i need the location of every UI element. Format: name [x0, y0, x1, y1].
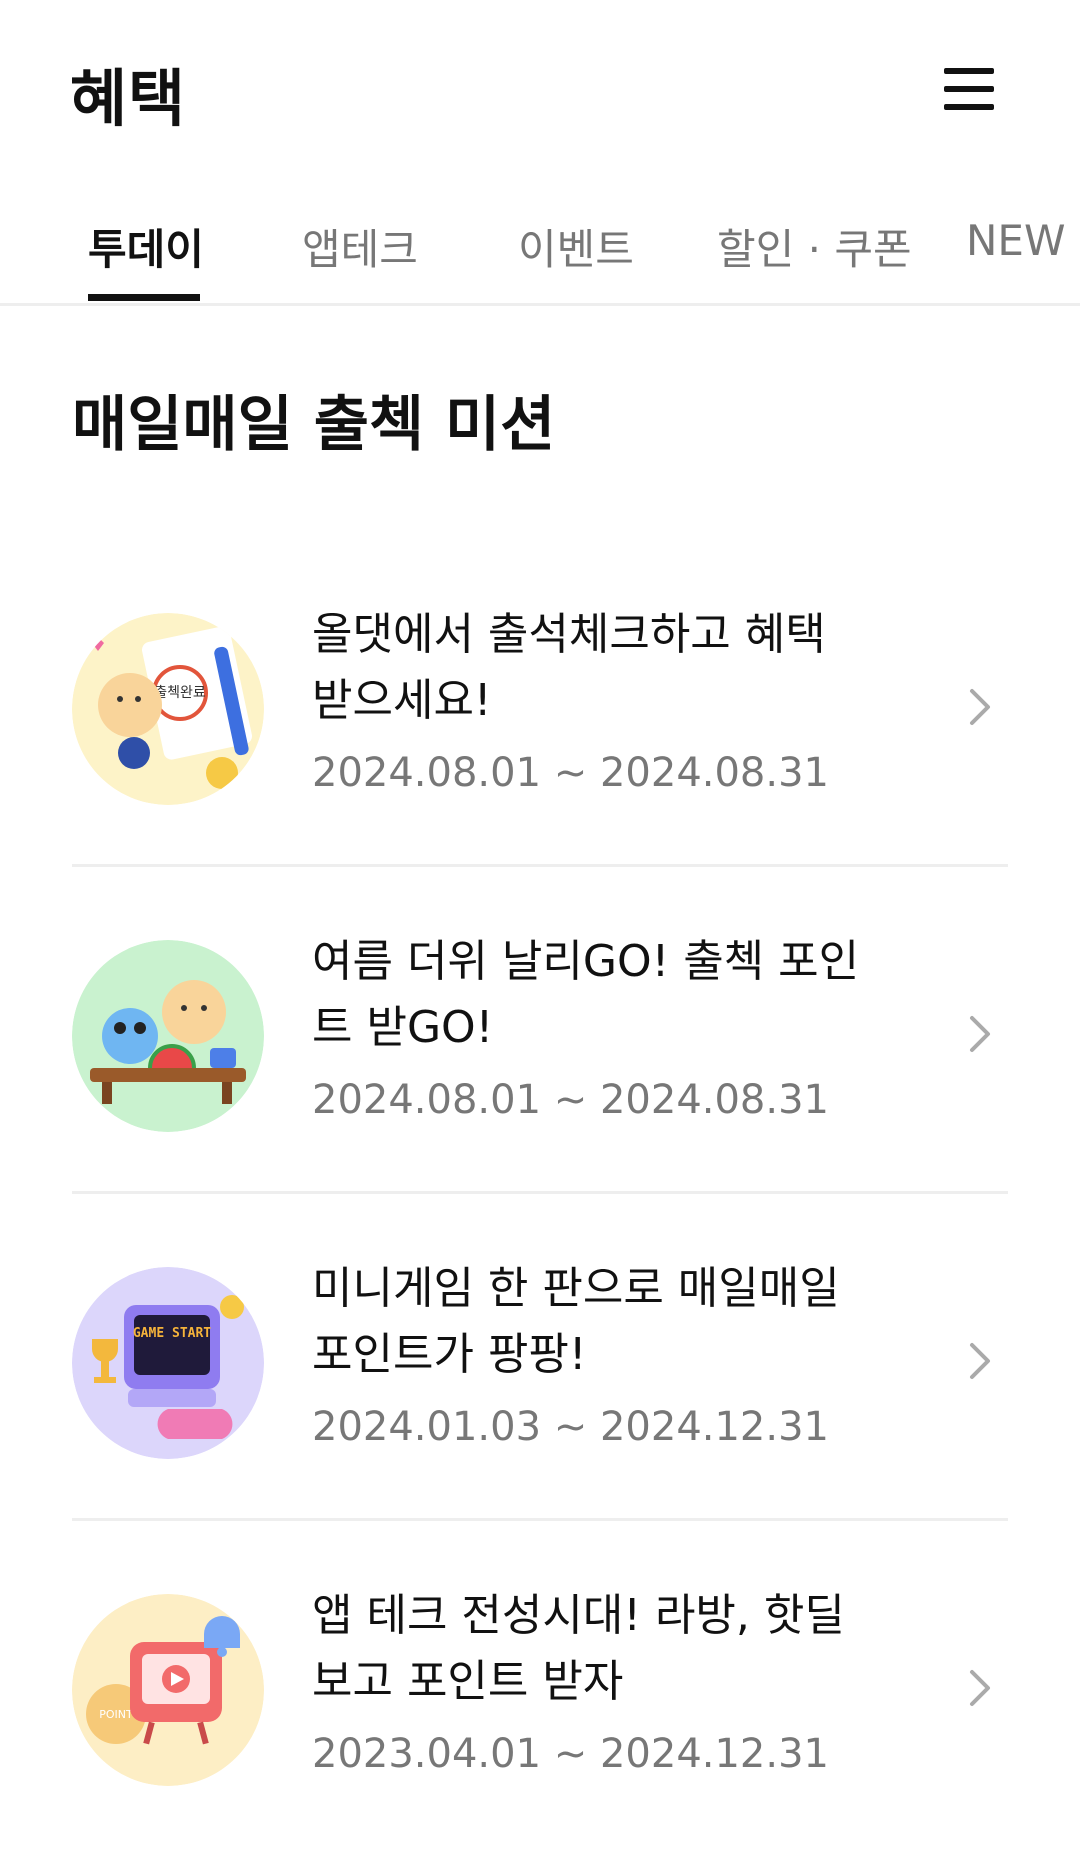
mission-title: 여름 더위 날리GO! 출첵 포인트 받GO!: [312, 936, 860, 1053]
mission-period: 2024.08.01 ~ 2024.08.31: [312, 750, 829, 796]
page-title: 혜택: [70, 62, 187, 135]
summer-watermelon-icon: [72, 940, 264, 1132]
tab-apptech[interactable]: 앱테크: [302, 216, 418, 303]
app-header: 혜택: [0, 0, 1080, 180]
menu-line: [944, 86, 994, 92]
mission-title: 앱 테크 전성시대! 라방, 핫딜 보고 포인트 받자: [312, 1590, 845, 1707]
stamp-text: 출첵완료: [154, 685, 206, 701]
tab-new[interactable]: NEW: [966, 216, 1065, 303]
menu-line: [944, 104, 994, 110]
mission-item[interactable]: 여름 더위 날리GO! 출첵 포인트 받GO! 2024.08.01 ~ 202…: [72, 867, 1008, 1194]
live-tv-icon: POINT: [72, 1594, 264, 1786]
chevron-right-icon: [970, 1343, 990, 1379]
tab-today[interactable]: 투데이: [88, 216, 204, 303]
mission-title: 올댓에서 출석체크하고 혜택 받으세요!: [312, 609, 826, 726]
chevron-right-icon: [970, 689, 990, 725]
section-title: 매일매일 출첵 미션: [72, 390, 556, 460]
mission-item[interactable]: GAME START 미니게임 한 판으로 매일매일 포인트가 팡팡! 2024…: [72, 1194, 1008, 1521]
chevron-right-icon: [970, 1670, 990, 1706]
chevron-right-icon: [970, 1016, 990, 1052]
tab-discount-coupon[interactable]: 할인 · 쿠폰: [717, 216, 912, 303]
game-console-icon: GAME START: [72, 1267, 264, 1459]
mission-period: 2024.08.01 ~ 2024.08.31: [312, 1077, 829, 1123]
coin-text: POINT: [99, 1708, 133, 1721]
screen-text: GAME START: [133, 1326, 211, 1341]
hamburger-menu-icon[interactable]: [944, 64, 996, 112]
mission-list: 출첵완료 올댓에서 출석체크하고 혜택 받으세요! 2024.08.01 ~ 2…: [72, 540, 1008, 1848]
menu-line: [944, 68, 994, 74]
category-tabs: 투데이 앱테크 이벤트 할인 · 쿠폰 NEW: [0, 200, 1080, 306]
mission-period: 2024.01.03 ~ 2024.12.31: [312, 1404, 829, 1450]
mission-title: 미니게임 한 판으로 매일매일 포인트가 팡팡!: [312, 1263, 840, 1380]
active-tab-indicator: [88, 294, 200, 301]
calendar-stamp-icon: 출첵완료: [72, 613, 264, 805]
mission-period: 2023.04.01 ~ 2024.12.31: [312, 1731, 829, 1777]
mission-item[interactable]: POINT 앱 테크 전성시대! 라방, 핫딜 보고 포인트 받자 2023.0…: [72, 1521, 1008, 1848]
mission-item[interactable]: 출첵완료 올댓에서 출석체크하고 혜택 받으세요! 2024.08.01 ~ 2…: [72, 540, 1008, 867]
tab-event[interactable]: 이벤트: [518, 216, 634, 303]
